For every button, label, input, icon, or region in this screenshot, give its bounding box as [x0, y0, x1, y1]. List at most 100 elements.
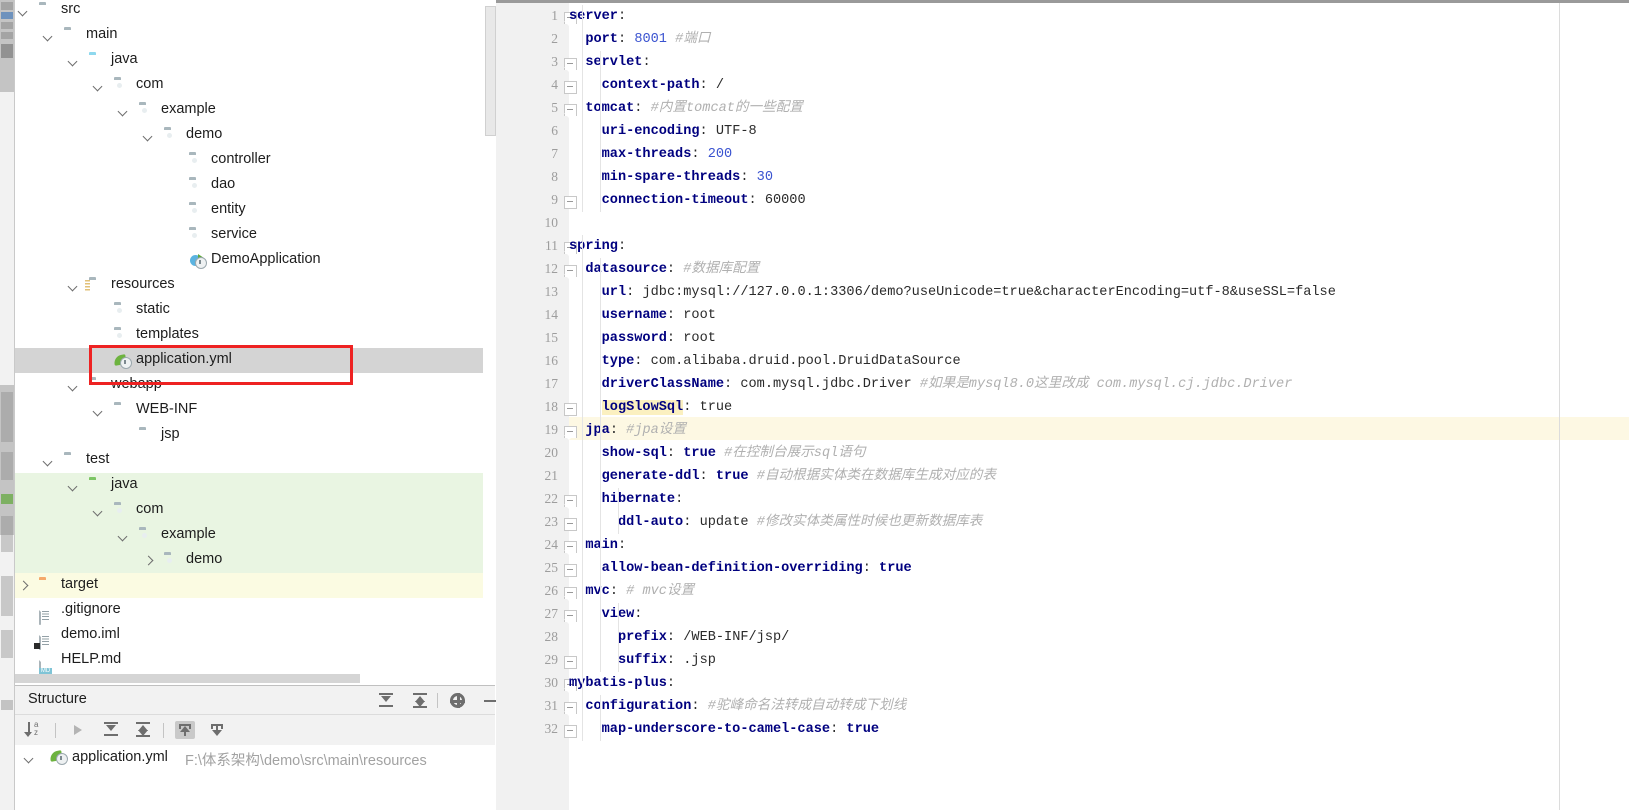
code-line[interactable]: username: root [569, 304, 1629, 327]
code-line[interactable]: datasource: #数据库配置 [569, 258, 1629, 281]
code-line[interactable]: generate-ddl: true #自动根据实体类在数据库生成对应的表 [569, 465, 1629, 488]
tree-item-service[interactable]: service [15, 223, 483, 248]
gear-icon[interactable] [449, 692, 467, 709]
code-line[interactable]: configuration: #驼峰命名法转成自动转成下划线 [569, 695, 1629, 718]
scroll-from-source-icon[interactable] [175, 721, 195, 739]
code-line[interactable]: mybatis-plus: [569, 672, 1629, 695]
code-line[interactable]: show-sql: true #在控制台展示sql语句 [569, 442, 1629, 465]
tree-item--gitignore[interactable]: .gitignore [15, 598, 483, 625]
code-line[interactable]: suffix: .jsp [569, 649, 1629, 672]
vertical-label-todo[interactable] [1, 576, 13, 616]
tree-item-help-md[interactable]: MD HELP.md [15, 648, 483, 675]
vertical-label-maven[interactable] [1, 452, 13, 480]
chevron-down-icon[interactable] [117, 523, 130, 548]
tree-item-example[interactable]: example [15, 523, 483, 548]
chevron-down-icon[interactable] [17, 0, 30, 23]
chevron-down-icon[interactable] [42, 448, 55, 473]
chevron-down-icon[interactable] [117, 98, 130, 123]
vertical-label-terminal[interactable] [1, 516, 13, 552]
code-line[interactable]: max-threads: 200 [569, 143, 1629, 166]
code-line[interactable]: prefix: /WEB-INF/jsp/ [569, 626, 1629, 649]
tree-item-test[interactable]: test [15, 448, 483, 473]
code-line[interactable]: hibernate: [569, 488, 1629, 511]
tool-window-icon[interactable] [1, 44, 13, 58]
tree-item-example[interactable]: example [15, 98, 483, 123]
tree-item-com[interactable]: com [15, 498, 483, 523]
code-line[interactable]: view: [569, 603, 1629, 626]
expand-all-icon[interactable] [377, 692, 395, 709]
vertical-label-database[interactable] [1, 392, 13, 442]
tree-item-demo[interactable]: demo [15, 123, 483, 148]
code-line[interactable]: ddl-auto: update #修改实体类属性时候也更新数据库表 [569, 511, 1629, 534]
scroll-to-source-icon[interactable] [207, 721, 227, 739]
chevron-down-icon[interactable] [67, 48, 80, 73]
code-line[interactable]: port: 8001 #端口 [569, 28, 1629, 51]
tree-item-src[interactable]: src [15, 0, 483, 23]
code-line[interactable]: spring: [569, 235, 1629, 258]
chevron-down-icon[interactable] [42, 23, 55, 48]
code-line[interactable]: map-underscore-to-camel-case: true [569, 718, 1629, 741]
code-line[interactable]: server: [569, 5, 1629, 28]
code-line[interactable]: uri-encoding: UTF-8 [569, 120, 1629, 143]
code-line[interactable]: connection-timeout: 60000 [569, 189, 1629, 212]
tree-item-static[interactable]: static [15, 298, 483, 323]
run-tab-icon[interactable] [1, 494, 13, 504]
editor-code-area[interactable]: server: port: 8001 #端口 servlet: context-… [569, 3, 1629, 810]
code-line[interactable]: logSlowSql: true [569, 396, 1629, 419]
tree-item-resources[interactable]: resources [15, 273, 483, 298]
bookmarks-tab-icon[interactable] [1, 32, 13, 39]
chevron-down-icon[interactable] [67, 473, 80, 498]
code-line[interactable]: password: root [569, 327, 1629, 350]
strip-glyph-bottom[interactable] [1, 700, 13, 710]
tree-item-dao[interactable]: dao [15, 173, 483, 198]
code-line[interactable]: url: jdbc:mysql://127.0.0.1:3306/demo?us… [569, 281, 1629, 304]
code-line[interactable]: jpa: #jpa设置 [569, 419, 1629, 442]
code-line[interactable] [569, 212, 1629, 235]
code-line[interactable]: mvc: # mvc设置 [569, 580, 1629, 603]
tree-item-main[interactable]: main [15, 23, 483, 48]
code-line[interactable]: context-path: / [569, 74, 1629, 97]
tree-item-entity[interactable]: entity [15, 198, 483, 223]
project-tab-icon[interactable] [1, 2, 13, 10]
tree-item-target[interactable]: target [15, 573, 483, 598]
chevron-down-icon[interactable] [92, 498, 105, 523]
vertical-label-event-log[interactable] [1, 630, 13, 658]
code-line[interactable]: driverClassName: com.mysql.jdbc.Driver #… [569, 373, 1629, 396]
code-line[interactable]: min-spare-threads: 30 [569, 166, 1629, 189]
chevron-down-icon[interactable] [142, 123, 155, 148]
chevron-right-icon[interactable] [17, 573, 30, 598]
tree-item-web-inf[interactable]: WEB-INF [15, 398, 483, 423]
tree-item-java[interactable]: java [15, 473, 483, 498]
favorites-tab-icon[interactable] [1, 22, 13, 29]
tree-item-controller[interactable]: controller [15, 148, 483, 173]
tree-item-demo[interactable]: demo [15, 548, 483, 573]
structure-tree-body[interactable] [15, 771, 495, 811]
chevron-down-icon[interactable] [67, 273, 80, 298]
show-inherited-icon[interactable] [69, 721, 89, 739]
project-tree-horizontal-scrollbar[interactable] [15, 674, 360, 683]
structure-root-node[interactable]: application.yml F:\体系架构\demo\src\main\re… [15, 745, 495, 771]
tree-item-demo-iml[interactable]: demo.iml [15, 623, 483, 650]
chevron-down-icon[interactable] [23, 745, 36, 771]
code-line[interactable]: allow-bean-definition-overriding: true [569, 557, 1629, 580]
project-tree-vertical-scrollbar[interactable] [484, 0, 496, 684]
expand-all-icon-2[interactable] [101, 721, 121, 739]
structure-tab-icon[interactable] [1, 12, 13, 19]
code-line[interactable]: main: [569, 534, 1629, 557]
tree-item-java[interactable]: java [15, 48, 483, 73]
sort-alphabetically-icon[interactable]: a z [24, 720, 45, 739]
project-tree[interactable]: src main java com example demo controller dao en… [15, 0, 483, 684]
code-line[interactable]: servlet: [569, 51, 1629, 74]
chevron-down-icon[interactable] [67, 373, 80, 398]
collapse-all-icon-2[interactable] [133, 721, 153, 739]
collapse-all-icon[interactable] [411, 692, 429, 709]
chevron-down-icon[interactable] [92, 398, 105, 423]
left-tool-strip[interactable] [0, 0, 15, 810]
tree-item-demoapplication[interactable]: DemoApplication [15, 248, 483, 273]
code-line[interactable]: type: com.alibaba.druid.pool.DruidDataSo… [569, 350, 1629, 373]
code-line[interactable]: tomcat: #内置tomcat的一些配置 [569, 97, 1629, 120]
code-editor[interactable]: 1 2 3 4 5 6 7 8 9 10 11 12 13 14 15 16 17 18 19 20 21 22 23 24 2… [496, 0, 1629, 810]
tree-item-jsp[interactable]: jsp [15, 423, 483, 448]
tree-item-com[interactable]: com [15, 73, 483, 98]
chevron-right-icon[interactable] [142, 548, 155, 573]
